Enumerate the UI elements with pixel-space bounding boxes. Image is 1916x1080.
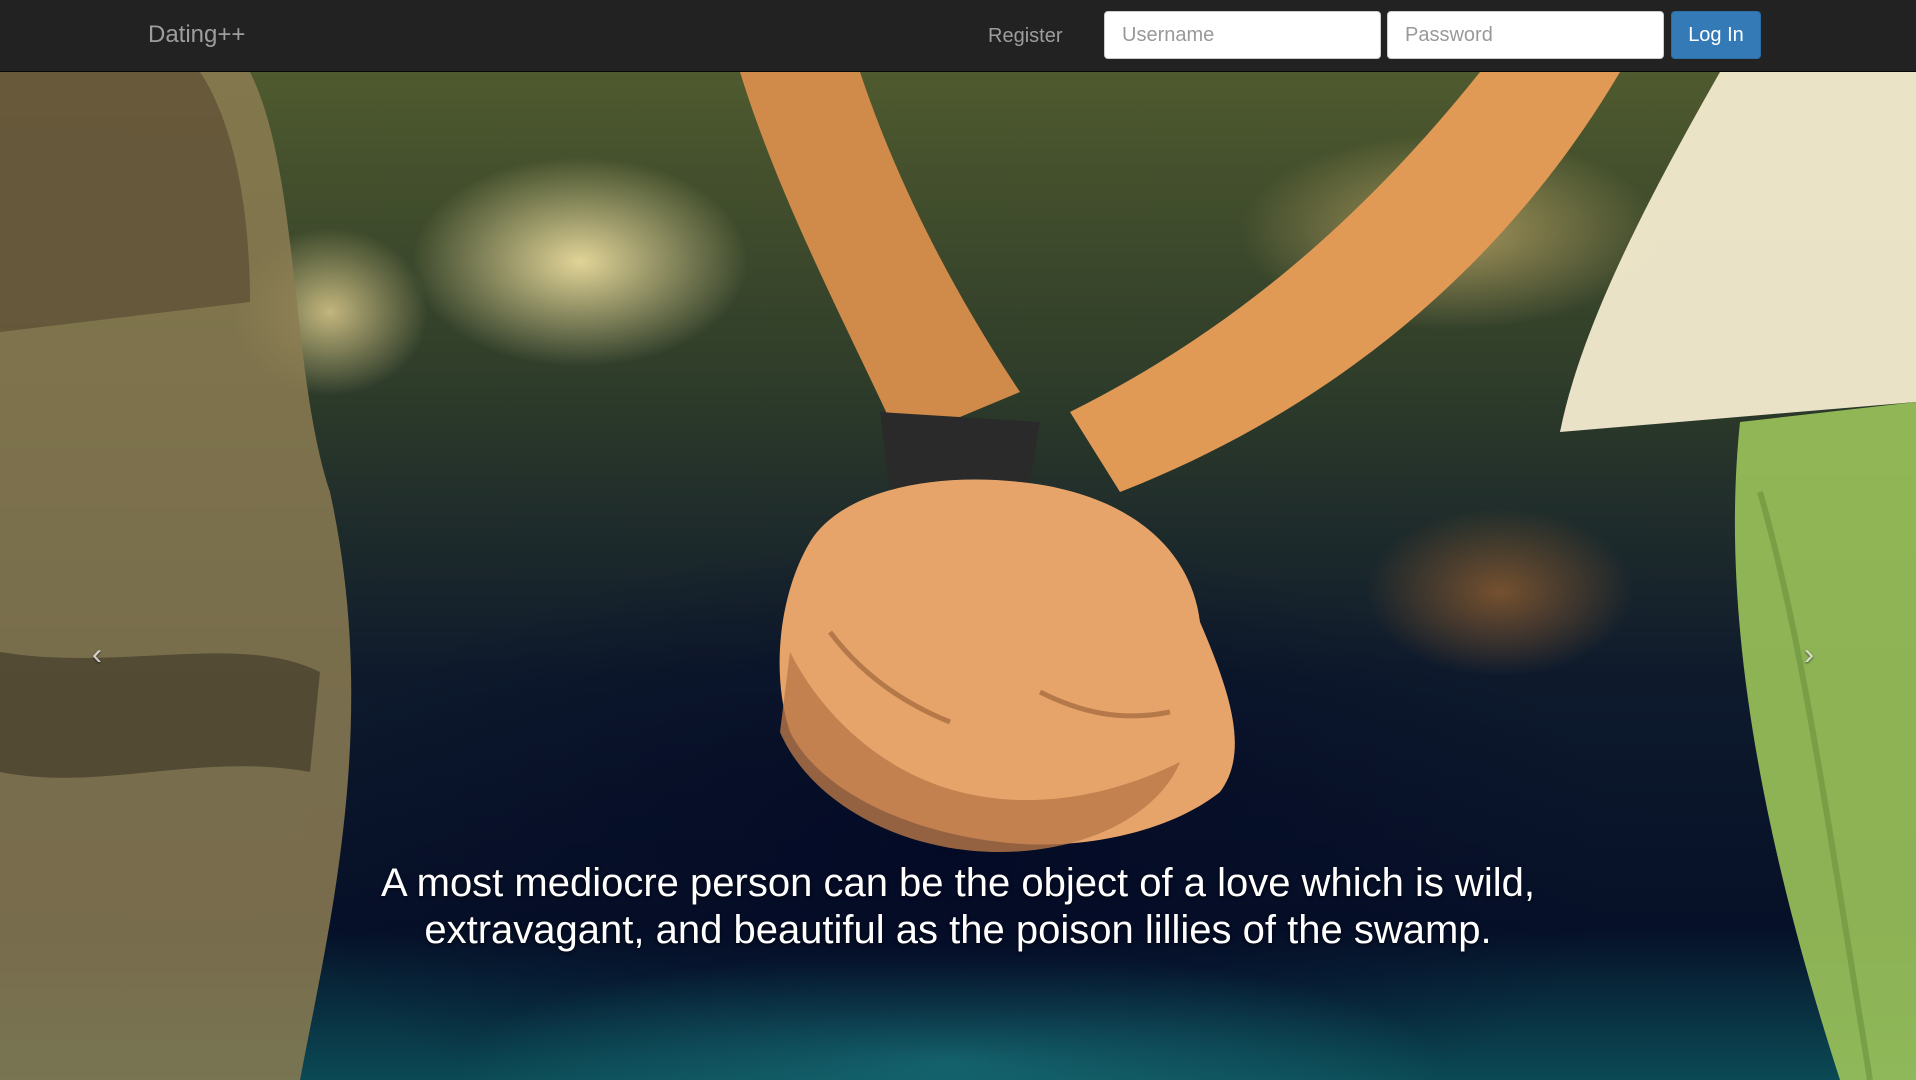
password-input[interactable] (1387, 11, 1664, 59)
hero-carousel: ‹ › A most mediocre person can be the ob… (0, 72, 1916, 1080)
chevron-left-icon: ‹ (92, 638, 102, 671)
top-navbar: Dating++ Register Log In (0, 0, 1916, 72)
login-button[interactable]: Log In (1671, 11, 1761, 59)
carousel-caption: A most mediocre person can be the object… (381, 861, 1535, 952)
username-input[interactable] (1104, 11, 1381, 59)
carousel-next-control[interactable]: › (1804, 640, 1814, 670)
brand-logo-link[interactable]: Dating++ (148, 20, 245, 50)
register-link[interactable]: Register (988, 23, 1062, 49)
carousel-prev-control[interactable]: ‹ (92, 640, 102, 670)
chevron-right-icon: › (1804, 638, 1814, 671)
